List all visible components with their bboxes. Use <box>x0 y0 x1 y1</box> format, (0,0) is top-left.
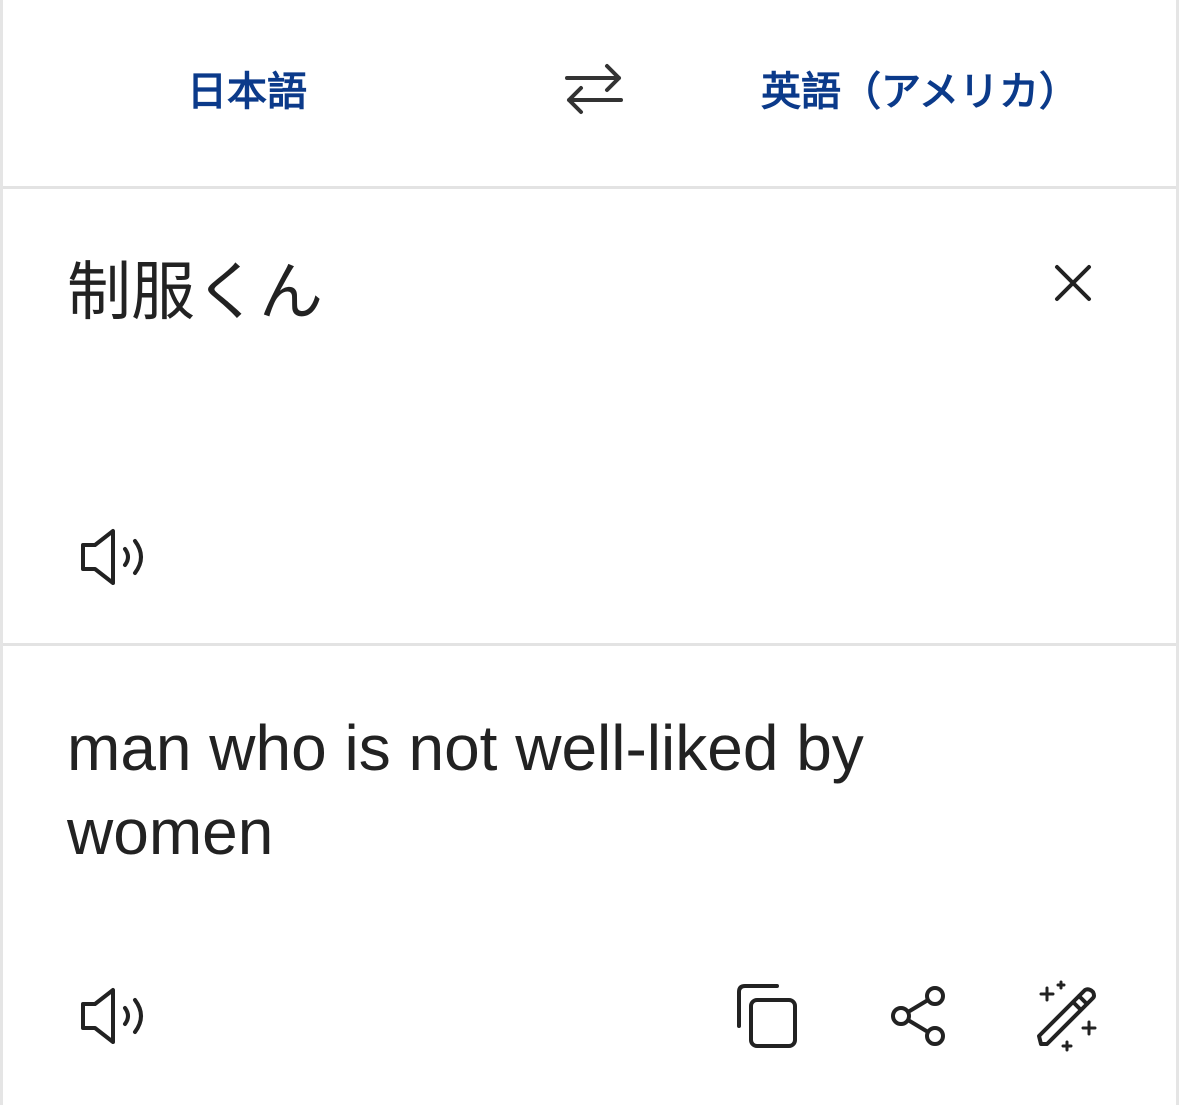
swap-arrows-icon <box>565 64 623 114</box>
refine-button[interactable] <box>1027 978 1103 1054</box>
language-bar: 日本語 英語（アメリカ） <box>3 0 1176 189</box>
copy-button[interactable] <box>727 978 803 1054</box>
share-icon <box>891 986 945 1046</box>
listen-source-button[interactable] <box>75 523 155 591</box>
source-text[interactable]: 制服くん <box>67 251 323 335</box>
source-panel: 制服くん <box>3 189 1176 646</box>
source-language-button[interactable]: 日本語 <box>187 64 307 120</box>
clear-button[interactable] <box>1045 255 1101 311</box>
target-language-button[interactable]: 英語（アメリカ） <box>761 64 1079 120</box>
share-button[interactable] <box>879 978 955 1054</box>
translation-panel: man who is not well-liked by women <box>3 646 1176 1105</box>
listen-translation-button[interactable] <box>75 982 155 1050</box>
close-icon <box>1055 265 1091 301</box>
magic-pen-icon <box>1037 980 1097 1052</box>
speaker-icon <box>81 529 143 585</box>
swap-languages-button[interactable] <box>559 54 629 124</box>
translate-app: 日本語 英語（アメリカ） 制服くん man who is not well-li… <box>0 0 1179 1105</box>
copy-icon <box>737 984 797 1048</box>
speaker-icon <box>81 988 143 1044</box>
translation-text: man who is not well-liked by women <box>67 712 864 868</box>
